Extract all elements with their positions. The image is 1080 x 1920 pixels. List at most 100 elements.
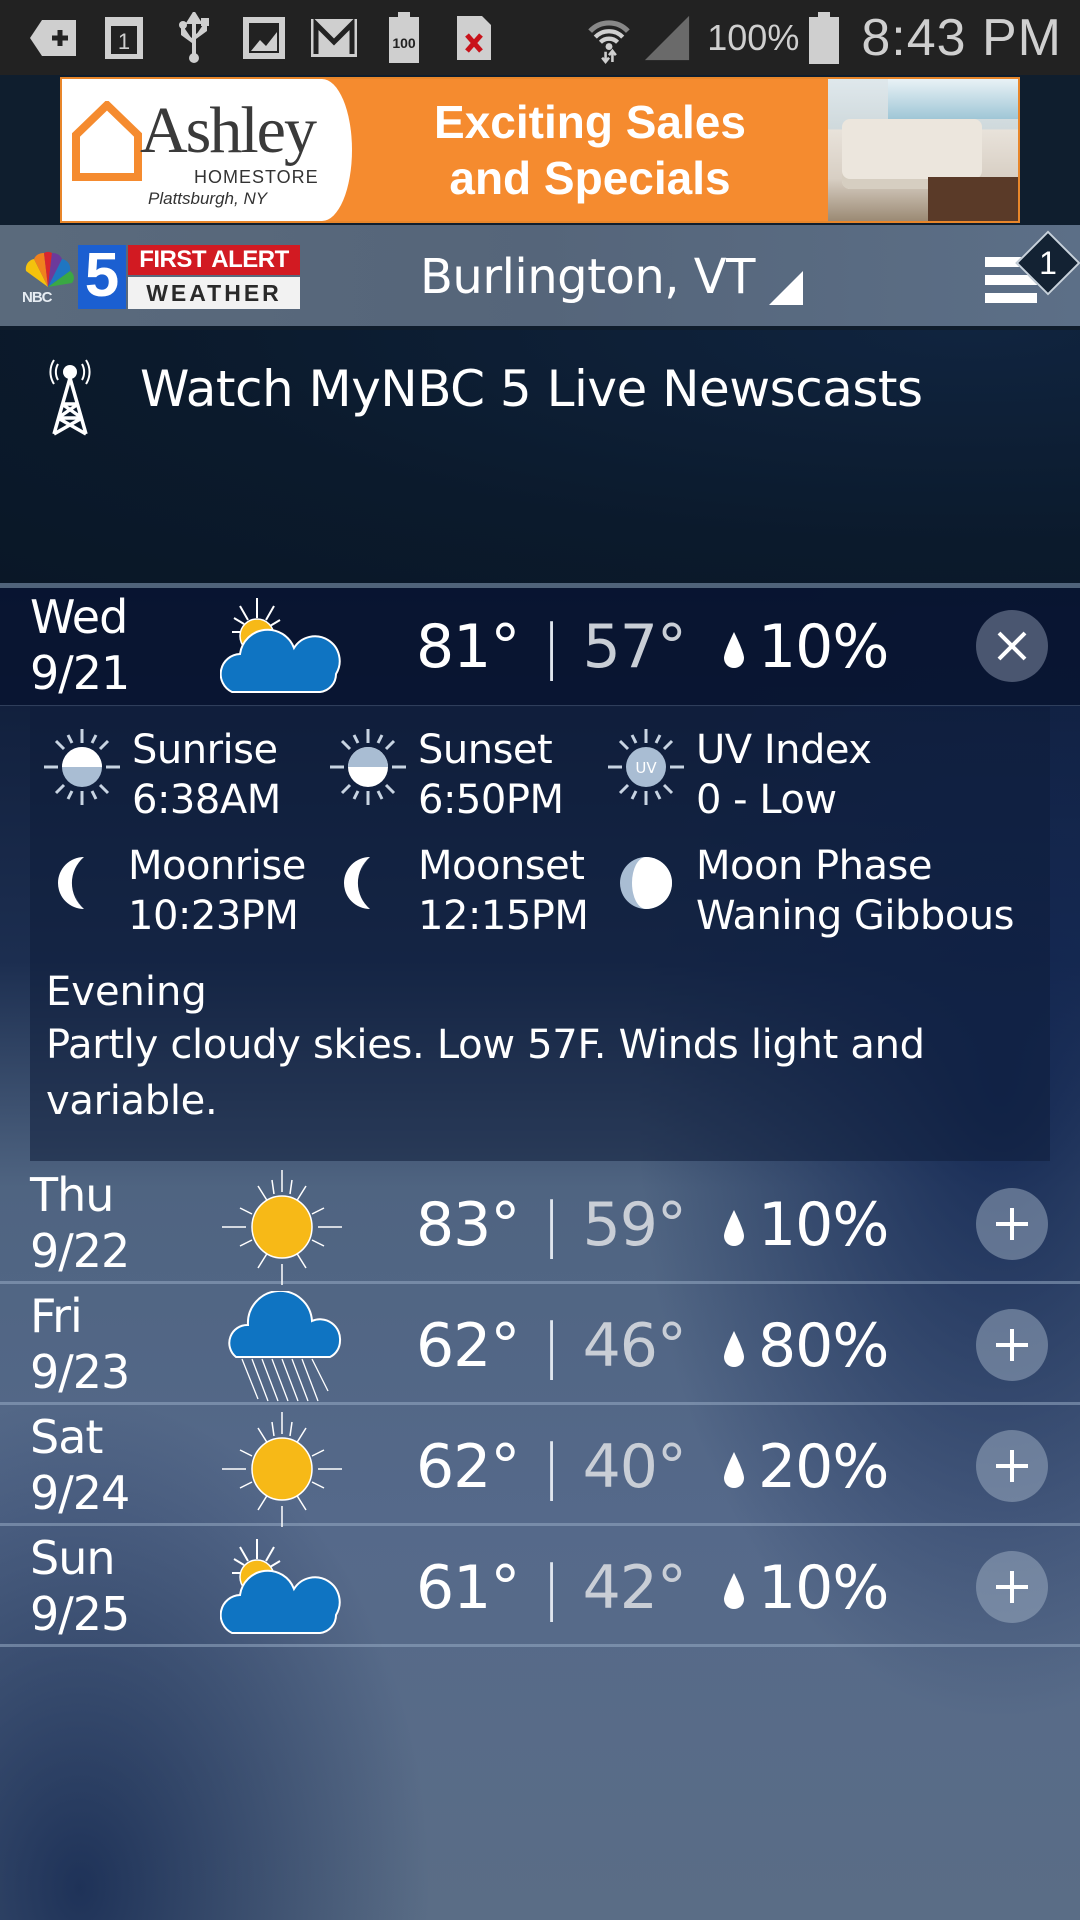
ad-banner[interactable]: Ashley HOMESTORE Plattsburgh, NY Excitin… [60, 77, 1020, 223]
ad-photo [828, 79, 1018, 221]
expand-button[interactable] [976, 1551, 1048, 1623]
moon-phase-value: Waning Gibbous [696, 893, 1014, 939]
notification-badge-count: 1 [1039, 245, 1057, 281]
temp-low: 57° [582, 612, 687, 682]
moonrise-label: Moonrise [128, 843, 306, 889]
battery-percent: 100% [707, 16, 800, 58]
plus-icon [996, 1329, 1028, 1361]
temp-separator: | [541, 1311, 561, 1381]
forecast-list: Wed 9/21 81° | 57° 10% Sunrise 6:38AM Su… [0, 588, 1080, 1920]
svg-text:1: 1 [118, 29, 130, 54]
day-name: Fri [30, 1289, 83, 1343]
dropdown-caret-icon [768, 271, 803, 305]
sunny-icon [222, 1412, 342, 1527]
hamburger-icon-line [985, 293, 1037, 303]
day-date: 9/24 [30, 1466, 130, 1520]
logo-first-alert: FIRST ALERT [128, 245, 300, 275]
sd-card-error-icon [450, 14, 498, 62]
moon-phase-label: Moon Phase [696, 843, 932, 889]
day-date: 9/22 [30, 1224, 130, 1278]
day-details-panel: Sunrise 6:38AM Sunset 6:50PM UV UV Index… [30, 707, 1050, 1161]
temperatures: 81° | 57° [416, 612, 687, 682]
forecast-day-row[interactable]: Thu 9/22 83° | 59° 10% [0, 1166, 1080, 1285]
house-icon [72, 101, 142, 181]
svg-text:100: 100 [392, 35, 416, 51]
day-name: Sun [30, 1531, 116, 1585]
ad-headline: Exciting Sales and Specials [352, 79, 828, 221]
expand-button[interactable] [976, 1188, 1048, 1260]
precipitation: 10% [722, 1553, 889, 1623]
precip-chance: 10% [758, 612, 889, 682]
collapse-button[interactable] [976, 610, 1048, 682]
location-selector[interactable]: Burlington, VT [420, 247, 803, 307]
moonset-time: 12:15PM [418, 893, 589, 939]
temp-high: 62° [416, 1311, 520, 1381]
plus-icon [996, 1571, 1028, 1603]
ad-logo: Ashley HOMESTORE Plattsburgh, NY [62, 79, 352, 221]
uv-index-label: UV Index [696, 727, 872, 773]
temp-low: 46° [582, 1311, 687, 1381]
temp-low: 59° [582, 1190, 687, 1260]
moonrise-icon [58, 857, 84, 909]
logo-network: NBC [22, 289, 52, 306]
moonrise-time: 10:23PM [128, 893, 299, 939]
raindrop-icon [724, 1573, 744, 1609]
station-logo[interactable]: NBC 5 FIRST ALERT WEATHER [20, 243, 300, 311]
raindrop-icon [724, 1210, 744, 1246]
forecast-day-row[interactable]: Sun 9/25 61° | 42° 10% [0, 1529, 1080, 1647]
precipitation: 80% [722, 1311, 889, 1381]
sunrise-info: Sunrise 6:38AM [42, 727, 302, 827]
moonset-label: Moonset [418, 843, 585, 889]
temp-high: 81° [416, 612, 520, 682]
temp-separator: | [541, 612, 561, 682]
uv-index-icon: UV [608, 729, 684, 805]
temperatures: 62° | 46° [416, 1311, 687, 1381]
sunset-label: Sunset [418, 727, 553, 773]
precipitation: 20% [722, 1432, 889, 1502]
waning-gibbous-moon-icon [620, 857, 672, 909]
wifi-icon [585, 14, 633, 64]
uv-index-info: UV UV Index 0 - Low [606, 727, 986, 827]
day-date: 9/21 [30, 646, 130, 700]
ad-brand: Ashley [140, 94, 317, 167]
sunset-info: Sunset 6:50PM [328, 727, 588, 827]
app-header: NBC 5 FIRST ALERT WEATHER Burlington, VT [0, 225, 1080, 330]
temp-high: 83° [416, 1190, 520, 1260]
usb-icon [170, 11, 218, 63]
moonset-info: Moonset 12:15PM [328, 843, 608, 943]
forecast-day-row[interactable]: Fri 9/23 62° | 46° 80% [0, 1287, 1080, 1405]
expand-button[interactable] [976, 1430, 1048, 1502]
image-icon [240, 14, 288, 62]
ad-headline-line1: Exciting Sales [434, 96, 746, 148]
plus-icon [996, 1450, 1028, 1482]
day-date: 9/23 [30, 1345, 130, 1399]
logo-weather: WEATHER [128, 277, 300, 309]
logo-channel: 5 [78, 245, 126, 309]
rain-icon [228, 1291, 342, 1402]
day-name: Wed [30, 590, 128, 644]
sunset-time: 6:50PM [418, 777, 564, 823]
precipitation: 10% [722, 612, 889, 682]
day-name: Sat [30, 1410, 103, 1464]
forecast-day-row[interactable]: Sat 9/24 62° | 40° 20% [0, 1408, 1080, 1527]
calendar-icon: 1 [100, 14, 148, 62]
raindrop-icon [724, 632, 744, 668]
live-newscast-banner[interactable]: Watch MyNBC 5 Live Newscasts [0, 330, 1080, 583]
live-newscast-label: Watch MyNBC 5 Live Newscasts [140, 360, 923, 418]
temp-low: 40° [582, 1432, 687, 1502]
ad-area: Ashley HOMESTORE Plattsburgh, NY Excitin… [0, 75, 1080, 225]
sunny-icon [222, 1170, 342, 1285]
ad-photo-table [928, 177, 1018, 221]
battery-icon [809, 11, 840, 64]
expand-button[interactable] [976, 1309, 1048, 1381]
sunset-icon [330, 729, 406, 805]
forecast-day-row[interactable]: Wed 9/21 81° | 57° 10% [0, 588, 1080, 706]
ad-photo-window [888, 79, 1018, 119]
precip-chance: 10% [758, 1190, 889, 1260]
nbc-peacock-icon [25, 251, 74, 287]
plus-icon [996, 1208, 1028, 1240]
precip-chance: 10% [758, 1553, 889, 1623]
temp-high: 61° [416, 1553, 520, 1623]
partly-cloudy-icon [220, 1539, 341, 1634]
temp-high: 62° [416, 1432, 520, 1502]
